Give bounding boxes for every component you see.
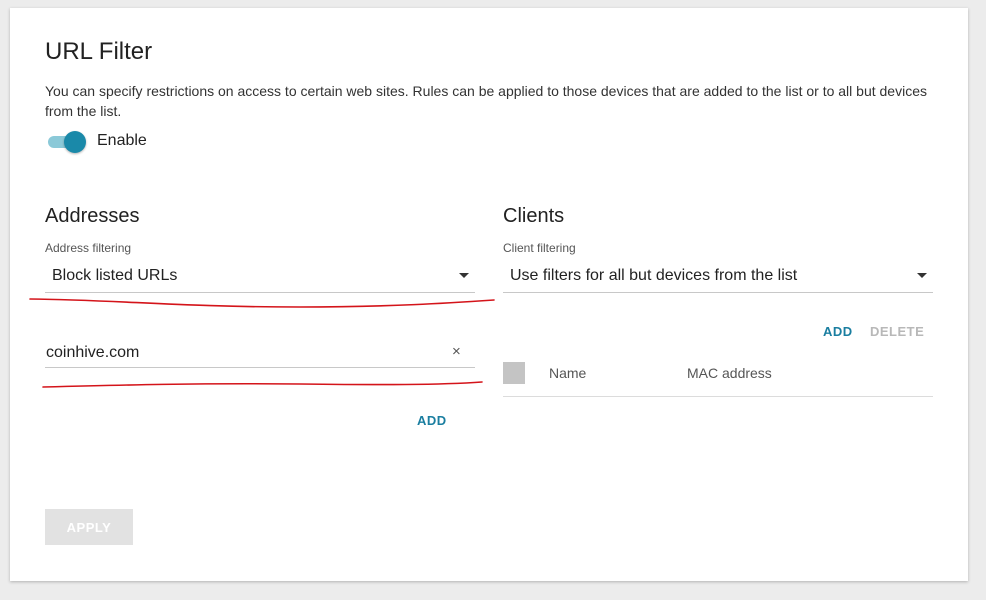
client-filtering-label: Client filtering (503, 241, 576, 255)
url-filter-card: URL Filter You can specify restrictions … (10, 8, 968, 581)
enable-label: Enable (97, 132, 147, 149)
clients-table-header: Name MAC address (503, 353, 933, 397)
apply-button[interactable]: APPLY (45, 509, 133, 545)
client-filtering-value: Use filters for all but devices from the… (510, 267, 798, 284)
url-input[interactable] (45, 338, 475, 368)
column-name: Name (549, 365, 587, 381)
select-all-checkbox[interactable] (503, 362, 525, 384)
address-filtering-value: Block listed URLs (52, 267, 178, 284)
add-url-button[interactable]: ADD (417, 413, 447, 428)
page-description: You can specify restrictions on access t… (45, 83, 927, 119)
delete-client-button[interactable]: DELETE (870, 324, 924, 339)
enable-toggle[interactable] (48, 130, 88, 153)
address-filtering-label: Address filtering (45, 241, 132, 255)
addresses-title: Addresses (45, 205, 140, 227)
column-mac-address: MAC address (687, 365, 772, 381)
clients-title: Clients (503, 205, 565, 227)
toggle-knob (64, 131, 86, 153)
caret-down-icon (459, 273, 469, 278)
caret-down-icon (917, 273, 927, 278)
client-filtering-select[interactable]: Use filters for all but devices from the… (503, 259, 933, 293)
close-icon[interactable]: × (452, 343, 461, 361)
add-client-button[interactable]: ADD (823, 324, 853, 339)
page-title: URL Filter (45, 38, 153, 65)
address-filtering-select[interactable]: Block listed URLs (45, 259, 475, 293)
